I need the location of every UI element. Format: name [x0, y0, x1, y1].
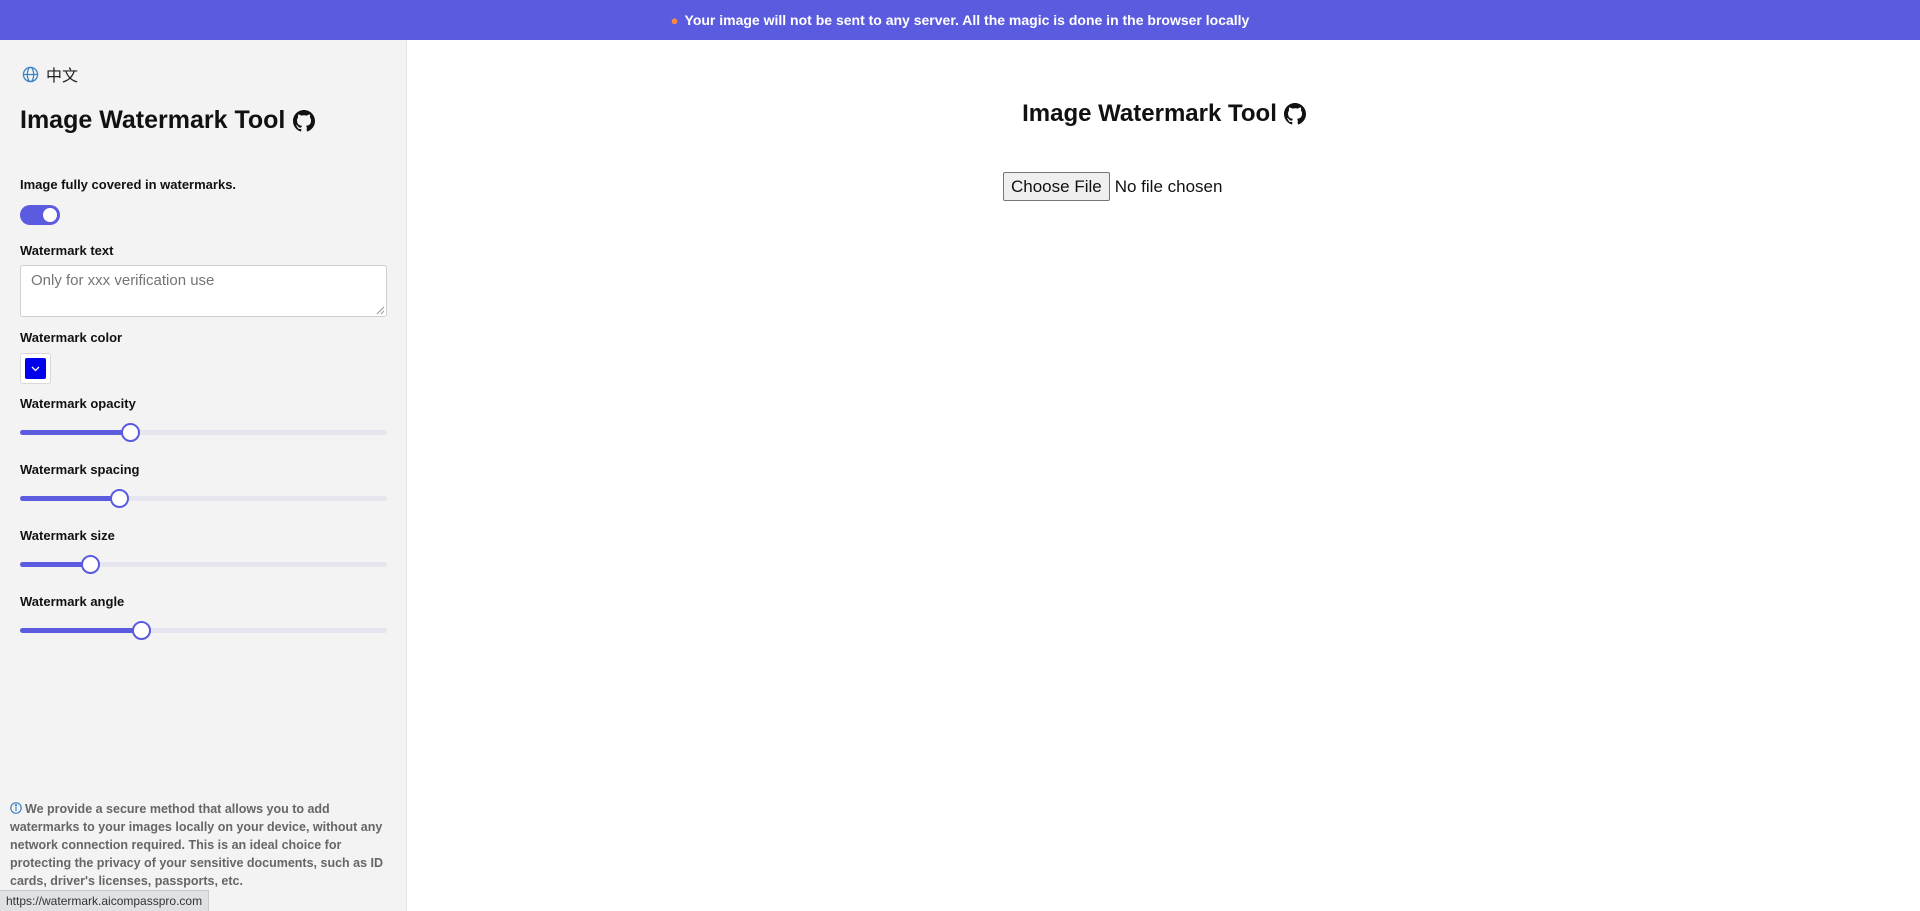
watermark-angle-slider[interactable] — [20, 620, 387, 640]
slider-thumb[interactable] — [132, 621, 152, 640]
slider-thumb[interactable] — [80, 555, 100, 574]
github-icon[interactable] — [1283, 103, 1306, 125]
sidebar-title: Image Watermark Tool — [20, 106, 316, 135]
slider-fill — [20, 496, 120, 501]
language-switcher[interactable]: 中文 — [22, 62, 78, 86]
page-title-text: Image Watermark Tool — [1022, 100, 1277, 127]
watermark-spacing-label: Watermark spacing — [20, 462, 140, 477]
privacy-info: We provide a secure method that allows y… — [10, 800, 398, 890]
watermark-color-picker[interactable] — [20, 353, 51, 384]
privacy-info-text: We provide a secure method that allows y… — [10, 802, 384, 888]
slider-fill — [20, 628, 142, 633]
globe-icon — [22, 66, 39, 82]
flame-icon: ● — [670, 12, 679, 28]
watermark-opacity-slider[interactable] — [20, 422, 387, 442]
info-icon — [10, 802, 22, 814]
slider-thumb[interactable] — [110, 489, 130, 508]
toggle-knob — [43, 208, 57, 222]
slider-thumb[interactable] — [121, 423, 141, 442]
page-title: Image Watermark Tool — [408, 100, 1920, 128]
watermark-size-slider[interactable] — [20, 554, 387, 574]
watermark-size-label: Watermark size — [20, 528, 115, 543]
fully-covered-label: Image fully covered in watermarks. — [20, 177, 237, 192]
sidebar-title-text: Image Watermark Tool — [20, 106, 286, 134]
privacy-banner: ● Your image will not be sent to any ser… — [0, 0, 1920, 40]
watermark-opacity-label: Watermark opacity — [20, 396, 136, 411]
fully-covered-toggle[interactable] — [20, 205, 60, 225]
file-status: No file chosen — [1114, 176, 1223, 196]
github-icon[interactable] — [293, 109, 316, 132]
color-swatch-fill — [25, 358, 46, 379]
watermark-angle-label: Watermark angle — [20, 594, 125, 609]
chevron-down-icon — [31, 366, 40, 372]
slider-fill — [20, 430, 131, 435]
slider-fill — [20, 562, 90, 567]
language-label: 中文 — [46, 68, 79, 85]
banner-text: Your image will not be sent to any serve… — [684, 12, 1250, 28]
watermark-text-input[interactable] — [20, 265, 387, 317]
file-upload: Choose File No file chosen — [1003, 172, 1222, 201]
settings-sidebar: 中文 Image Watermark Tool Image fully cove… — [0, 40, 407, 911]
status-bar-url: https://watermark.aicompasspro.com — [0, 890, 210, 911]
watermark-text-label: Watermark text — [20, 243, 114, 258]
watermark-spacing-slider[interactable] — [20, 488, 387, 508]
watermark-color-label: Watermark color — [20, 330, 123, 345]
choose-file-button[interactable]: Choose File — [1003, 172, 1110, 201]
